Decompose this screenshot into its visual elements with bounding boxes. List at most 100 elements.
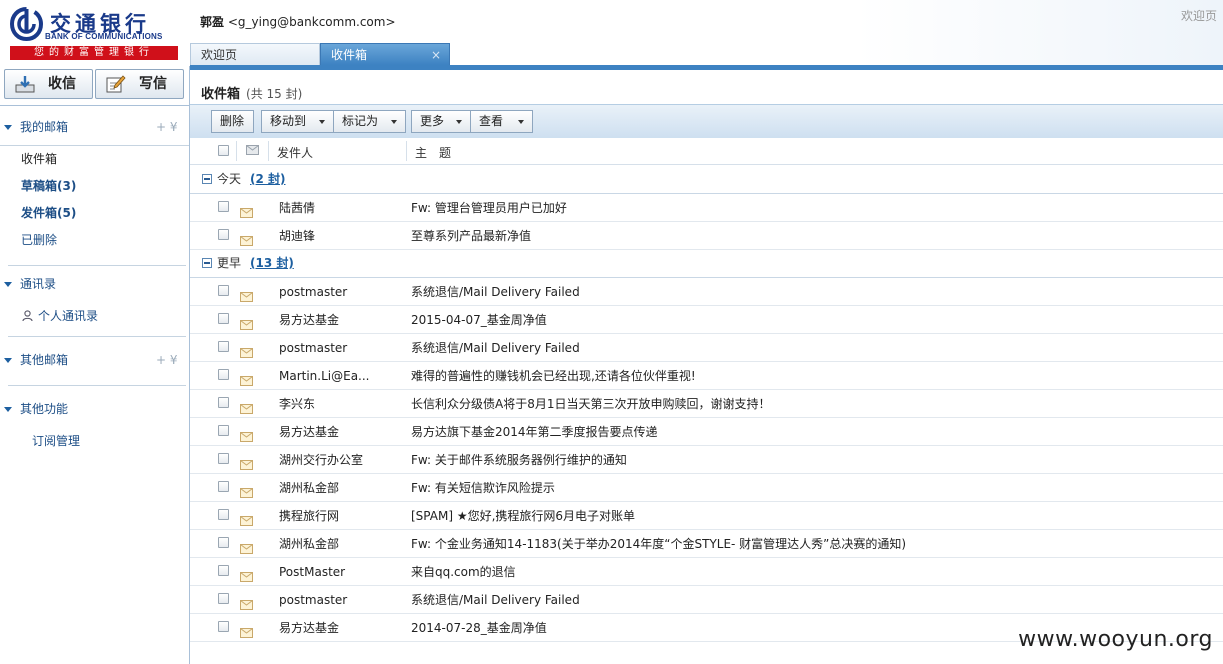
- sidebar-item-deleted[interactable]: 已删除: [0, 228, 189, 252]
- mail-checkbox[interactable]: [218, 229, 229, 240]
- welcome-link[interactable]: 欢迎页: [1181, 7, 1217, 24]
- collapse-box-icon[interactable]: [202, 174, 212, 184]
- mail-row[interactable]: 湖州交行办公室 Fw: 关于邮件系统服务器例行维护的通知: [190, 445, 1223, 474]
- mail-checkbox[interactable]: [218, 285, 229, 296]
- envelope-icon: [240, 620, 253, 638]
- sidebar-item-subscriptions[interactable]: 订阅管理: [32, 431, 192, 451]
- mail-row[interactable]: 湖州私金部 Fw: 个金业务通知14-1183(关于举办2014年度“个金STYL…: [190, 529, 1223, 558]
- mail-sender: 湖州私金部: [279, 537, 340, 551]
- mail-subject[interactable]: 长信利众分级债A将于8月1日当天第三次开放申购赎回，谢谢支持！: [411, 390, 770, 418]
- mail-row[interactable]: 陆茜倩 Fw: 管理台管理员用户已加好: [190, 193, 1223, 222]
- mail-checkbox[interactable]: [218, 397, 229, 408]
- mail-checkbox[interactable]: [218, 453, 229, 464]
- mail-checkbox[interactable]: [218, 621, 229, 632]
- group-header[interactable]: 今天 (2 封): [190, 165, 1223, 194]
- mail-checkbox[interactable]: [218, 593, 229, 604]
- tab-inbox[interactable]: 收件箱 ×: [320, 43, 450, 65]
- group-count-link[interactable]: (13 封): [250, 250, 294, 276]
- move-to-dropdown[interactable]: 移动到: [261, 110, 334, 133]
- mail-checkbox[interactable]: [218, 313, 229, 324]
- sidebar-item-outbox[interactable]: 发件箱(5): [0, 201, 189, 225]
- mail-sender: 李兴东: [279, 397, 316, 411]
- mail-checkbox[interactable]: [218, 341, 229, 352]
- mail-checkbox[interactable]: [218, 369, 229, 380]
- subject-column-header[interactable]: 主 题: [415, 144, 451, 161]
- other-mailbox-label: 其他邮箱: [20, 353, 69, 367]
- view-dropdown[interactable]: 查看: [470, 110, 533, 133]
- select-all-checkbox[interactable]: [218, 145, 229, 156]
- mail-row[interactable]: 携程旅行网 [SPAM] ★您好,携程旅行网6月电子对账单: [190, 501, 1223, 530]
- mail-checkbox[interactable]: [218, 537, 229, 548]
- mail-subject[interactable]: 易方达旗下基金2014年第二季度报告要点传递: [411, 418, 658, 446]
- collapse-box-icon[interactable]: [202, 258, 212, 268]
- mail-checkbox[interactable]: [218, 481, 229, 492]
- sidebar-item-personal-contacts[interactable]: 个人通讯录: [22, 306, 182, 326]
- mail-checkbox[interactable]: [218, 425, 229, 436]
- sender-column-header[interactable]: 发件人: [277, 144, 313, 161]
- compose-icon: [106, 75, 126, 93]
- mail-row[interactable]: 湖州私金部 Fw: 有关短信欺诈风险提示: [190, 473, 1223, 502]
- mail-subject[interactable]: Fw: 管理台管理员用户已加好: [411, 194, 567, 222]
- mail-subject[interactable]: Fw: 个金业务通知14-1183(关于举办2014年度“个金STYLE- 财富…: [411, 530, 906, 558]
- mail-subject[interactable]: 系统退信/Mail Delivery Failed: [411, 278, 580, 306]
- group-header[interactable]: 更早 (13 封): [190, 249, 1223, 278]
- other-mailbox-header[interactable]: 其他邮箱 + ¥: [0, 350, 189, 370]
- collapse-icon: [4, 125, 12, 130]
- logo-english-name: BANK OF COMMUNICATIONS: [45, 32, 163, 41]
- mail-subject[interactable]: Fw: 关于邮件系统服务器例行维护的通知: [411, 446, 627, 474]
- column-divider: [406, 141, 407, 161]
- mail-subject[interactable]: 来自qq.com的退信: [411, 558, 516, 586]
- other-functions-header[interactable]: 其他功能: [0, 399, 189, 419]
- mail-subject[interactable]: 系统退信/Mail Delivery Failed: [411, 334, 580, 362]
- sidebar-divider: [0, 105, 189, 106]
- chevron-down-icon: [518, 120, 524, 124]
- mail-row[interactable]: PostMaster 来自qq.com的退信: [190, 557, 1223, 586]
- mail-row[interactable]: 李兴东 长信利众分级债A将于8月1日当天第三次开放申购赎回，谢谢支持！: [190, 389, 1223, 418]
- sidebar-divider: [8, 336, 186, 337]
- my-mailbox-actions[interactable]: + ¥: [156, 117, 178, 137]
- sidebar: 收信 写信 我的邮箱 + ¥ 收件箱 草稿箱(3) 发件箱(5) 已删除 通讯录: [0, 66, 190, 664]
- mail-row[interactable]: postmaster 系统退信/Mail Delivery Failed: [190, 585, 1223, 614]
- mail-subject[interactable]: 2014-07-28_基金周净值: [411, 614, 547, 642]
- envelope-icon: [240, 536, 253, 554]
- sidebar-item-inbox[interactable]: 收件箱: [0, 147, 189, 171]
- mail-row[interactable]: postmaster 系统退信/Mail Delivery Failed: [190, 333, 1223, 362]
- sidebar-item-drafts[interactable]: 草稿箱(3): [0, 174, 189, 198]
- mark-as-dropdown[interactable]: 标记为: [333, 110, 406, 133]
- user-email: <g_ying@bankcomm.com>: [227, 15, 396, 29]
- envelope-icon: [240, 424, 253, 442]
- tab-welcome[interactable]: 欢迎页: [190, 43, 320, 65]
- user-info: 郭盈 <g_ying@bankcomm.com>: [200, 13, 396, 30]
- receive-button[interactable]: 收信: [4, 69, 93, 99]
- close-icon[interactable]: ×: [431, 44, 441, 66]
- mail-subject[interactable]: 至尊系列产品最新净值: [411, 222, 531, 250]
- mail-row[interactable]: 易方达基金 易方达旗下基金2014年第二季度报告要点传递: [190, 417, 1223, 446]
- mail-checkbox[interactable]: [218, 509, 229, 520]
- collapse-icon: [4, 282, 12, 287]
- mail-subject[interactable]: 系统退信/Mail Delivery Failed: [411, 586, 580, 614]
- mail-subject[interactable]: 难得的普遍性的赚钱机会已经出现,还请各位伙伴重视!: [411, 362, 696, 390]
- mail-sender: postmaster: [279, 285, 348, 299]
- contacts-label: 通讯录: [20, 277, 57, 291]
- mail-checkbox[interactable]: [218, 565, 229, 576]
- group-count-link[interactable]: (2 封): [250, 166, 286, 192]
- compose-button[interactable]: 写信: [95, 69, 184, 99]
- page-title: 收件箱 (共 15 封): [201, 83, 302, 102]
- contacts-header[interactable]: 通讯录: [0, 274, 189, 294]
- mail-row[interactable]: postmaster 系统退信/Mail Delivery Failed: [190, 277, 1223, 306]
- mail-row[interactable]: Martin.Li@Ea... 难得的普遍性的赚钱机会已经出现,还请各位伙伴重视!: [190, 361, 1223, 390]
- mail-subject[interactable]: 2015-04-07_基金周净值: [411, 306, 547, 334]
- more-label: 更多: [420, 114, 445, 128]
- other-mailbox-actions[interactable]: + ¥: [156, 350, 178, 370]
- delete-button[interactable]: 删除: [211, 110, 254, 133]
- mail-subject[interactable]: [SPAM] ★您好,携程旅行网6月电子对账单: [411, 502, 635, 530]
- mail-row[interactable]: 易方达基金 2015-04-07_基金周净值: [190, 305, 1223, 334]
- bank-logo-icon: [10, 7, 43, 41]
- column-divider: [236, 141, 237, 161]
- more-dropdown[interactable]: 更多: [411, 110, 471, 133]
- mail-checkbox[interactable]: [218, 201, 229, 212]
- tab-inbox-label: 收件箱: [331, 48, 368, 62]
- mail-subject[interactable]: Fw: 有关短信欺诈风险提示: [411, 474, 555, 502]
- my-mailbox-header[interactable]: 我的邮箱 + ¥: [0, 117, 189, 137]
- mail-row[interactable]: 胡迪锋 至尊系列产品最新净值: [190, 221, 1223, 250]
